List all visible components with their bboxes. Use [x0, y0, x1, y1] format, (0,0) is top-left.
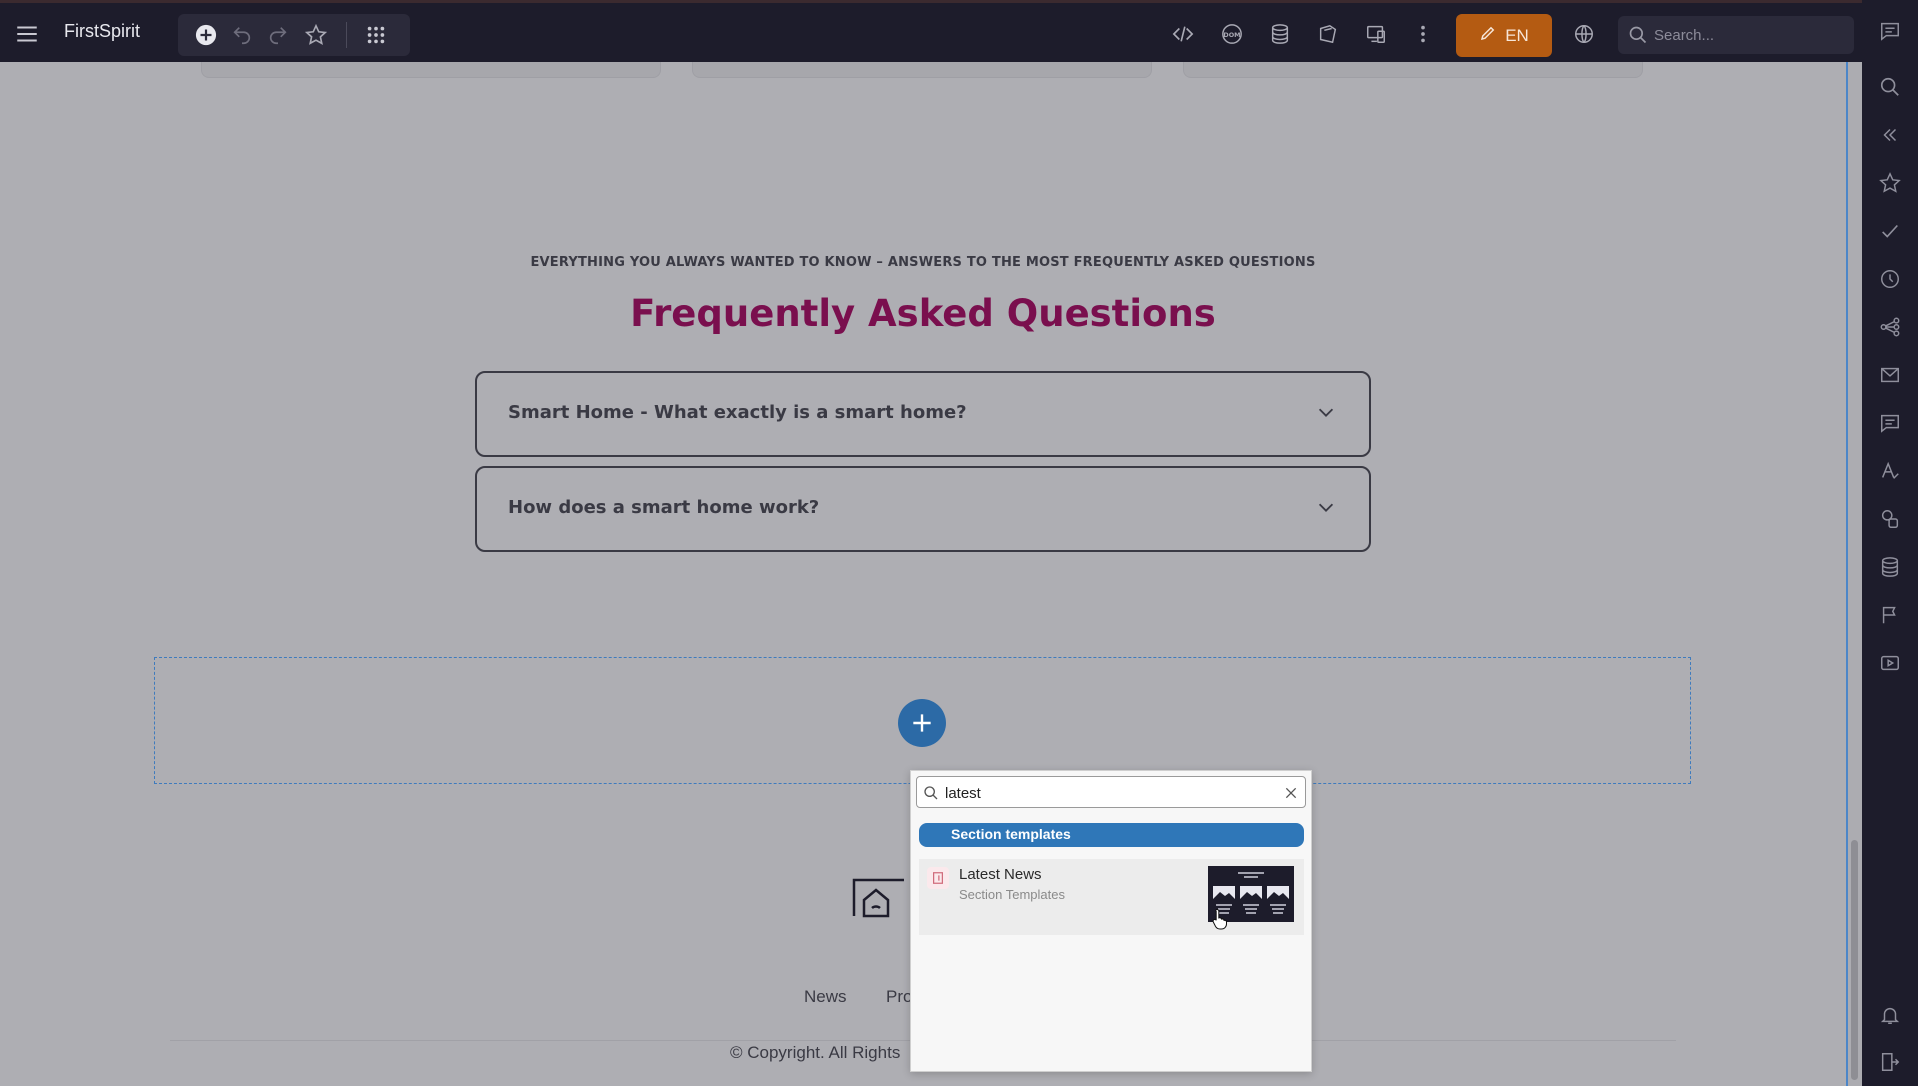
- check-icon[interactable]: [1878, 219, 1902, 243]
- category-section-templates[interactable]: Section templates: [919, 823, 1304, 847]
- more-vertical-icon[interactable]: [1409, 20, 1437, 48]
- footer-link-news[interactable]: News: [804, 987, 847, 1007]
- template-icon: [927, 867, 949, 889]
- template-result-item[interactable]: Latest News Section Templates: [919, 859, 1304, 935]
- plus-icon: [913, 714, 931, 732]
- logout-icon[interactable]: [1878, 1050, 1902, 1074]
- code-icon[interactable]: [1169, 20, 1197, 48]
- search-input[interactable]: [1654, 24, 1844, 46]
- card-stub: [201, 62, 661, 78]
- footer-logo: [852, 876, 912, 920]
- undo-icon[interactable]: [228, 21, 256, 49]
- mouse-cursor-icon: [1212, 908, 1228, 930]
- database-icon[interactable]: [1878, 555, 1902, 579]
- faq-item[interactable]: How does a smart home work?: [475, 466, 1371, 552]
- app-title: FirstSpirit: [64, 21, 140, 41]
- shapes-icon[interactable]: [1878, 507, 1902, 531]
- chevron-down-icon: [1315, 401, 1337, 423]
- close-icon[interactable]: [1283, 785, 1299, 801]
- menu-icon[interactable]: [14, 21, 40, 47]
- apps-grid-icon[interactable]: [362, 21, 390, 49]
- pencil-icon: [1479, 24, 1497, 47]
- devices-icon[interactable]: [1362, 20, 1390, 48]
- global-search[interactable]: [1618, 16, 1854, 54]
- copyright-text: © Copyright. All Rights: [730, 1043, 901, 1062]
- globe-icon[interactable]: [1570, 20, 1598, 48]
- redo-icon[interactable]: [264, 21, 292, 49]
- comment-icon[interactable]: [1878, 19, 1902, 43]
- toolbar-divider: [346, 22, 347, 48]
- edit-language-button[interactable]: EN: [1456, 14, 1552, 57]
- search-icon[interactable]: [1878, 75, 1902, 99]
- frame-border: [1846, 62, 1848, 1086]
- search-icon: [923, 785, 939, 801]
- star-icon[interactable]: [302, 21, 330, 49]
- svg-text:DOM: DOM: [1223, 31, 1240, 39]
- faq-eyebrow: EVERYTHING YOU ALWAYS WANTED TO KNOW – A…: [530, 255, 1316, 270]
- faq-question: Smart Home - What exactly is a smart hom…: [508, 402, 967, 423]
- template-search-field[interactable]: [916, 776, 1306, 808]
- chat-icon[interactable]: [1878, 411, 1902, 435]
- pages-icon[interactable]: [1314, 20, 1342, 48]
- toolbar-actions: [178, 14, 410, 56]
- star-icon[interactable]: [1878, 171, 1902, 195]
- section-template-picker: Section templates Latest News Section Te…: [910, 770, 1312, 1072]
- mail-icon[interactable]: [1878, 363, 1902, 387]
- scrollbar-thumb[interactable]: [1851, 840, 1858, 1080]
- template-search-input[interactable]: [945, 783, 1265, 803]
- top-toolbar: FirstSpirit DOM EN: [0, 0, 1918, 62]
- chevron-down-icon: [1315, 496, 1337, 518]
- footer-link-products[interactable]: Pro: [886, 987, 912, 1007]
- card-stub: [1183, 62, 1643, 78]
- flag-icon[interactable]: [1878, 603, 1902, 627]
- faq-title: Frequently Asked Questions: [630, 292, 1216, 335]
- dom-icon[interactable]: DOM: [1218, 20, 1246, 48]
- text-style-icon[interactable]: [1878, 459, 1902, 483]
- video-icon[interactable]: [1878, 651, 1902, 675]
- template-result-subtitle: Section Templates: [959, 887, 1065, 902]
- edit-language-label: EN: [1505, 25, 1529, 45]
- structure-icon[interactable]: [1878, 315, 1902, 339]
- collapse-icon[interactable]: [1878, 123, 1902, 147]
- faq-question: How does a smart home work?: [508, 497, 820, 518]
- search-icon: [1628, 25, 1648, 45]
- bell-icon[interactable]: [1878, 1003, 1902, 1027]
- history-icon[interactable]: [1878, 267, 1902, 291]
- database-icon[interactable]: [1266, 20, 1294, 48]
- template-result-title: Latest News: [959, 866, 1042, 883]
- card-stub: [692, 62, 1152, 78]
- right-sidebar: [1862, 62, 1918, 1086]
- add-icon[interactable]: [192, 21, 220, 49]
- faq-item[interactable]: Smart Home - What exactly is a smart hom…: [475, 371, 1371, 457]
- sidebar-header: [1862, 0, 1918, 62]
- add-section-button[interactable]: [898, 699, 946, 747]
